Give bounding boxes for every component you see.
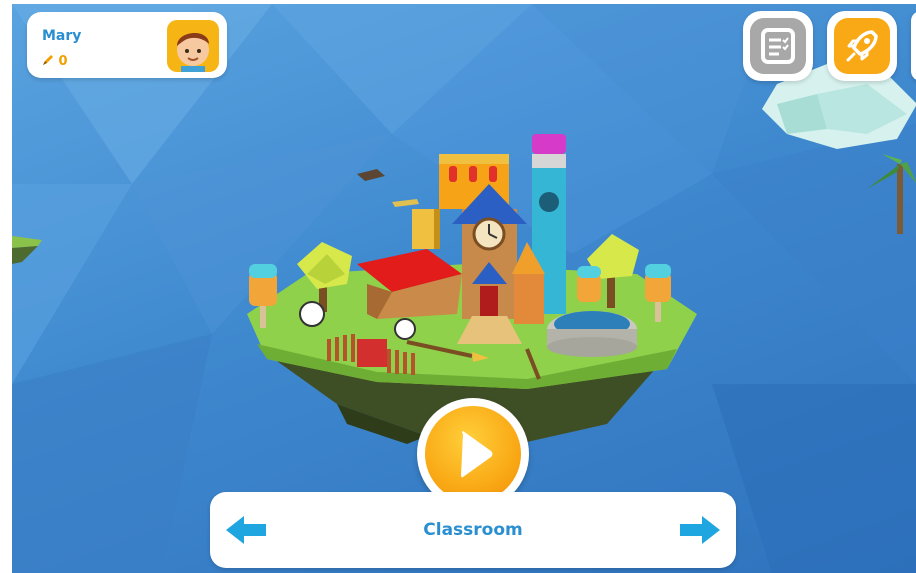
boy-avatar-icon[interactable] (167, 20, 219, 72)
player-score-value: 0 (58, 54, 68, 69)
rocket-icon (834, 18, 890, 74)
play-icon (425, 406, 521, 502)
level-selector: Classroom (210, 492, 736, 568)
classroom-island (247, 134, 697, 444)
game-stage: Mary 0 Classroom (12, 4, 916, 573)
level-name: Classroom (423, 520, 523, 540)
player-profile-card[interactable]: Mary 0 (27, 12, 227, 78)
checklist-icon (750, 18, 806, 74)
tasks-button[interactable] (743, 11, 813, 81)
player-name: Mary (42, 28, 82, 44)
player-score: 0 (42, 54, 68, 69)
extra-button-partial[interactable] (911, 11, 916, 81)
pencil-icon (43, 55, 53, 65)
side-island-left (12, 236, 42, 264)
arrow-right-icon[interactable] (678, 514, 722, 546)
rocket-button[interactable] (827, 11, 897, 81)
